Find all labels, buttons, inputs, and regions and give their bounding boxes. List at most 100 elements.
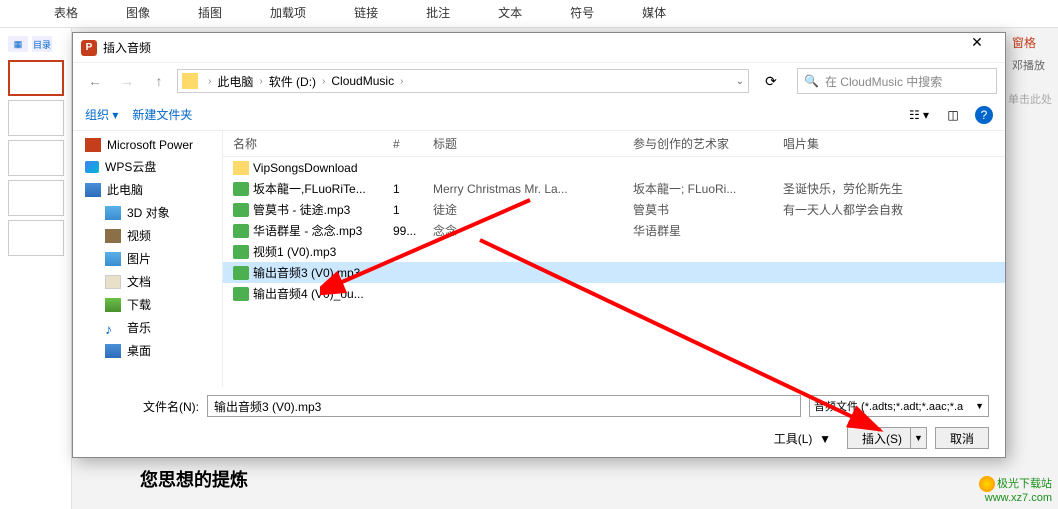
file-list: 名称 # 标题 参与创作的艺术家 唱片集 VipSongsDownload 坂本龍… bbox=[223, 131, 1005, 387]
file-name: 输出音频3 (V0).mp3 bbox=[253, 264, 360, 281]
file-name: VipSongsDownload bbox=[253, 161, 358, 175]
tree-item[interactable]: 下载 bbox=[73, 293, 222, 316]
tree-label: 音乐 bbox=[127, 319, 151, 336]
audio-icon bbox=[233, 266, 249, 280]
nav-tree: Microsoft PowerWPS云盘此电脑 3D 对象视频图片文档下载 ♪ 音乐桌… bbox=[73, 131, 223, 387]
ribbon-tab[interactable]: 媒体 bbox=[618, 0, 690, 27]
filename-input[interactable] bbox=[207, 395, 801, 417]
file-row[interactable]: 坂本龍一,FLuoRiTe...1Merry Christmas Mr. La.… bbox=[223, 178, 1005, 199]
file-row[interactable]: 输出音频4 (V0)_ou... bbox=[223, 283, 1005, 304]
file-name: 管莫书 - 徒途.mp3 bbox=[253, 201, 350, 218]
tree-item[interactable]: 文档 bbox=[73, 270, 222, 293]
thumbnail-view-icon[interactable]: ▦ bbox=[8, 36, 28, 52]
tree-item[interactable]: 图片 bbox=[73, 247, 222, 270]
tree-icon: ♪ bbox=[105, 321, 121, 335]
slide-heading: 您思想的提炼 bbox=[140, 466, 248, 492]
ribbon-tab[interactable]: 图像 bbox=[102, 0, 174, 27]
play-label: 邓播放 bbox=[1006, 57, 1058, 73]
ribbon-tab[interactable]: 符号 bbox=[546, 0, 618, 27]
file-row[interactable]: VipSongsDownload bbox=[223, 157, 1005, 178]
slide-thumb-5[interactable] bbox=[8, 220, 64, 256]
file-num: 99... bbox=[393, 224, 433, 238]
back-button[interactable]: ← bbox=[81, 69, 109, 93]
refresh-button[interactable]: ⟳ bbox=[757, 69, 785, 93]
slide-thumb-3[interactable] bbox=[8, 140, 64, 176]
slide-thumb-2[interactable] bbox=[8, 100, 64, 136]
tree-label: 视频 bbox=[127, 227, 151, 244]
tree-label: 3D 对象 bbox=[127, 204, 170, 221]
audio-icon bbox=[233, 245, 249, 259]
new-folder-button[interactable]: 新建文件夹 bbox=[132, 106, 192, 123]
cancel-button[interactable]: 取消 bbox=[935, 427, 989, 449]
col-title[interactable]: 标题 bbox=[433, 131, 633, 156]
tree-label: 图片 bbox=[127, 250, 151, 267]
insert-dropdown[interactable]: ▼ bbox=[910, 428, 926, 448]
file-row[interactable]: 华语群星 - 念念.mp399...念念华语群星 bbox=[223, 220, 1005, 241]
col-album[interactable]: 唱片集 bbox=[783, 131, 1005, 156]
tree-item[interactable]: Microsoft Power bbox=[73, 135, 222, 155]
ribbon-tab[interactable]: 文本 bbox=[474, 0, 546, 27]
slide-thumb-1[interactable] bbox=[8, 60, 64, 96]
search-icon: 🔍 bbox=[804, 74, 819, 88]
file-artist: 坂本龍一; FLuoRi... bbox=[633, 180, 783, 197]
tools-menu[interactable]: 工具(L) ▼ bbox=[774, 430, 831, 447]
view-mode-button[interactable]: ☷ ▾ bbox=[907, 105, 931, 125]
audio-icon bbox=[233, 287, 249, 301]
chevron-right-icon: › bbox=[322, 76, 325, 87]
ribbon-tab[interactable]: 批注 bbox=[402, 0, 474, 27]
file-artist: 华语群星 bbox=[633, 222, 783, 239]
col-num[interactable]: # bbox=[393, 131, 433, 156]
search-input[interactable]: 🔍 在 CloudMusic 中搜索 bbox=[797, 68, 997, 94]
insert-audio-dialog: P 插入音频 ✕ ← → ↑ › 此电脑 › 软件 (D:) › CloudMu… bbox=[72, 32, 1006, 458]
preview-pane-button[interactable]: ◫ bbox=[941, 105, 965, 125]
outline-view-label[interactable]: 目录 bbox=[32, 36, 52, 52]
ribbon-tab[interactable]: 链接 bbox=[330, 0, 402, 27]
forward-button[interactable]: → bbox=[113, 69, 141, 93]
tree-item[interactable]: 此电脑 bbox=[73, 178, 222, 201]
file-row[interactable]: 视频1 (V0).mp3 bbox=[223, 241, 1005, 262]
chevron-right-icon: › bbox=[400, 76, 403, 87]
nav-row: ← → ↑ › 此电脑 › 软件 (D:) › CloudMusic › ⌄ ⟳… bbox=[73, 63, 1005, 99]
ribbon-tab[interactable]: 插图 bbox=[174, 0, 246, 27]
insert-button[interactable]: 插入(S)▼ bbox=[847, 427, 927, 449]
dialog-footer: 文件名(N): 音频文件 (*.adts;*.adt;*.aac;*.a ▼ 工… bbox=[73, 387, 1005, 457]
filetype-dropdown[interactable]: 音频文件 (*.adts;*.adt;*.aac;*.a ▼ bbox=[809, 395, 989, 417]
file-title: Merry Christmas Mr. La... bbox=[433, 182, 633, 196]
chevron-right-icon: › bbox=[208, 76, 211, 87]
slide-thumb-4[interactable] bbox=[8, 180, 64, 216]
chevron-right-icon: › bbox=[259, 76, 262, 87]
breadcrumb[interactable]: › 此电脑 › 软件 (D:) › CloudMusic › ⌄ bbox=[177, 69, 749, 93]
audio-icon bbox=[233, 182, 249, 196]
chevron-down-icon[interactable]: ⌄ bbox=[736, 76, 744, 87]
tree-item[interactable]: WPS云盘 bbox=[73, 155, 222, 178]
breadcrumb-item[interactable]: CloudMusic bbox=[331, 74, 394, 88]
app-icon: P bbox=[81, 40, 97, 56]
file-name: 视频1 (V0).mp3 bbox=[253, 243, 336, 260]
tree-icon bbox=[105, 229, 121, 243]
file-name: 华语群星 - 念念.mp3 bbox=[253, 222, 362, 239]
tree-item[interactable]: 桌面 bbox=[73, 339, 222, 362]
file-title: 徒途 bbox=[433, 201, 633, 218]
organize-menu[interactable]: 组织 ▾ bbox=[85, 106, 118, 123]
side-pane-hint: 窗格 邓播放 单击此处 bbox=[1006, 28, 1058, 128]
audio-icon bbox=[233, 224, 249, 238]
tree-item[interactable]: 3D 对象 bbox=[73, 201, 222, 224]
file-num: 1 bbox=[393, 203, 433, 217]
col-artist[interactable]: 参与创作的艺术家 bbox=[633, 131, 783, 156]
ribbon-tab[interactable]: 加载项 bbox=[246, 0, 330, 27]
file-row[interactable]: 输出音频3 (V0).mp3 bbox=[223, 262, 1005, 283]
up-button[interactable]: ↑ bbox=[145, 69, 173, 93]
click-hint: 单击此处 bbox=[1006, 73, 1058, 125]
breadcrumb-item[interactable]: 软件 (D:) bbox=[269, 73, 316, 90]
tree-item[interactable]: ♪ 音乐 bbox=[73, 316, 222, 339]
breadcrumb-item[interactable]: 此电脑 bbox=[217, 73, 253, 90]
watermark-logo-icon bbox=[979, 476, 995, 492]
file-row[interactable]: 管莫书 - 徒途.mp31徒途管莫书有一天人人都学会自救 bbox=[223, 199, 1005, 220]
outline-toggle[interactable]: ▦ 目录 bbox=[4, 32, 67, 56]
close-button[interactable]: ✕ bbox=[957, 34, 997, 62]
ribbon-tab[interactable]: 表格 bbox=[30, 0, 102, 27]
tree-item[interactable]: 视频 bbox=[73, 224, 222, 247]
col-name[interactable]: 名称 bbox=[223, 131, 393, 156]
help-button[interactable]: ? bbox=[975, 106, 993, 124]
pane-label: 窗格 bbox=[1006, 28, 1058, 57]
